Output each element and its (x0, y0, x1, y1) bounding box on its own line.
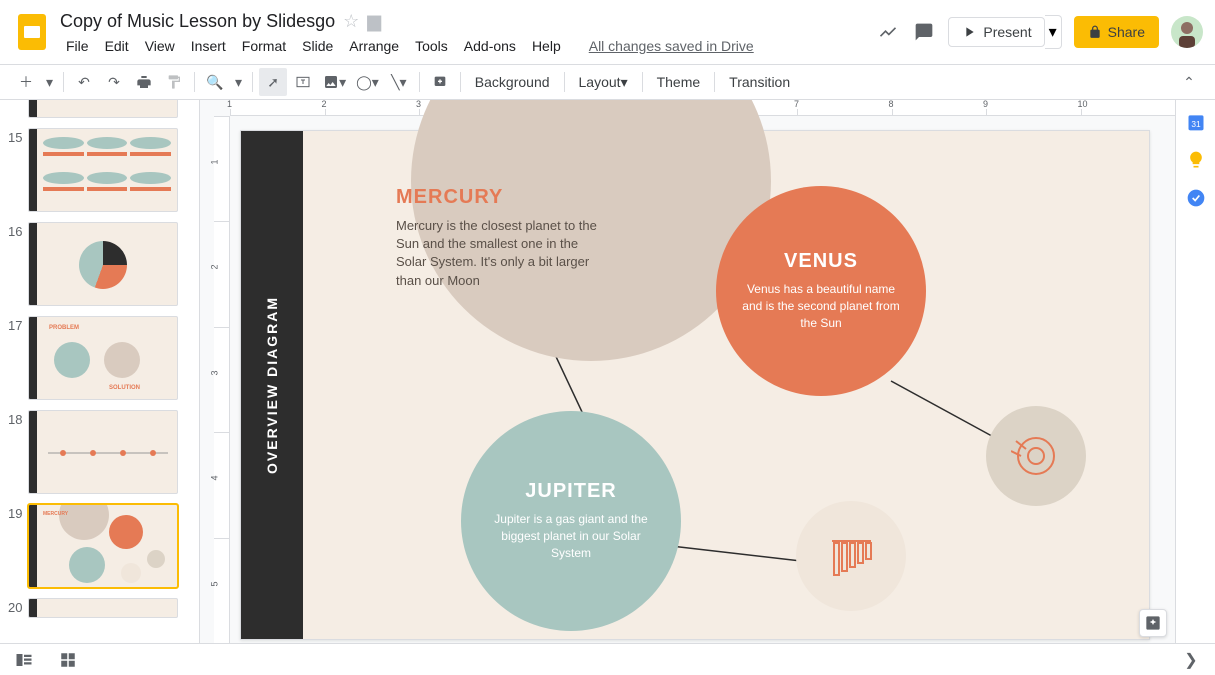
jupiter-desc: Jupiter is a gas giant and the biggest p… (481, 511, 661, 561)
new-slide-button[interactable]: ＋ (12, 68, 40, 96)
transition-button[interactable]: Transition (721, 74, 798, 90)
present-button[interactable]: Present (948, 17, 1044, 47)
calendar-icon[interactable]: 31 (1186, 112, 1206, 132)
present-dropdown[interactable]: ▾ (1045, 15, 1062, 49)
select-tool[interactable]: ➚ (259, 68, 287, 96)
layout-button[interactable]: Layout▾ (571, 74, 636, 91)
slide-content[interactable]: OVERVIEW DIAGRAM MERCURY Mercury is the … (240, 130, 1150, 640)
side-panel: 31 (1175, 100, 1215, 643)
jupiter-title: JUPITER (525, 480, 616, 503)
menu-arrange[interactable]: Arrange (343, 36, 405, 56)
tasks-icon[interactable] (1186, 188, 1206, 208)
print-button[interactable] (130, 68, 158, 96)
menu-help[interactable]: Help (526, 36, 567, 56)
shape-tool[interactable]: ◯▾ (352, 68, 383, 96)
footer: ❯ (0, 643, 1215, 675)
zoom-button[interactable]: 🔍 (201, 68, 229, 96)
venus-circle[interactable]: VENUS Venus has a beautiful name and is … (716, 186, 926, 396)
slide-thumb-17[interactable]: PROBLEM SOLUTION (28, 316, 178, 400)
chimes-icon (824, 529, 879, 584)
show-side-panel-button[interactable]: ❯ (1179, 648, 1203, 672)
share-button[interactable]: Share (1074, 16, 1159, 48)
mercury-title: MERCURY (396, 186, 601, 209)
explore-button[interactable] (1139, 609, 1167, 637)
menu-file[interactable]: File (60, 36, 95, 56)
venus-title: VENUS (784, 250, 858, 273)
chimes-icon-circle[interactable] (796, 501, 906, 611)
menu-edit[interactable]: Edit (99, 36, 135, 56)
menubar: File Edit View Insert Format Slide Arran… (60, 36, 876, 56)
doc-title[interactable]: Copy of Music Lesson by Slidesgo (60, 11, 335, 32)
slides-logo[interactable] (12, 12, 52, 52)
slide-thumb-15[interactable] (28, 128, 178, 212)
background-button[interactable]: Background (467, 74, 558, 90)
account-avatar[interactable] (1171, 16, 1203, 48)
slide-thumb-20[interactable] (28, 598, 178, 618)
menu-view[interactable]: View (139, 36, 181, 56)
slide-thumb-19[interactable]: MERCURY (28, 504, 178, 588)
line-tool[interactable]: ╲▾ (385, 68, 413, 96)
collapse-toolbar-button[interactable]: ⌃ (1175, 68, 1203, 96)
menu-tools[interactable]: Tools (409, 36, 454, 56)
slide-sidebar-label: OVERVIEW DIAGRAM (264, 296, 280, 474)
slide-thumb-18[interactable] (28, 410, 178, 494)
comments-icon[interactable] (912, 20, 936, 44)
grid-view-button[interactable] (56, 648, 80, 672)
menu-slide[interactable]: Slide (296, 36, 339, 56)
menu-insert[interactable]: Insert (185, 36, 232, 56)
menu-addons[interactable]: Add-ons (458, 36, 522, 56)
comment-tool[interactable] (426, 68, 454, 96)
drum-icon (1011, 431, 1061, 481)
filmstrip-view-button[interactable] (12, 648, 36, 672)
folder-icon[interactable]: ▆ (367, 11, 381, 32)
redo-button[interactable]: ↷ (100, 68, 128, 96)
drum-icon-circle[interactable] (986, 406, 1086, 506)
jupiter-circle[interactable]: JUPITER Jupiter is a gas giant and the b… (461, 411, 681, 631)
keep-icon[interactable] (1186, 150, 1206, 170)
slide-thumbnails[interactable]: 14 15 16 17 (0, 100, 200, 643)
mercury-desc: Mercury is the closest planet to the Sun… (396, 217, 601, 290)
textbox-tool[interactable] (289, 68, 317, 96)
theme-button[interactable]: Theme (649, 74, 709, 90)
slide-canvas[interactable]: 12345678910 12345 OVERVIEW DIAGRAM MERCU… (200, 100, 1175, 643)
mercury-text-block[interactable]: MERCURY Mercury is the closest planet to… (396, 186, 601, 290)
new-slide-dropdown[interactable]: ▾ (42, 68, 57, 96)
slide-thumb-16[interactable] (28, 222, 178, 306)
slide-sidebar: OVERVIEW DIAGRAM (241, 131, 303, 639)
save-status[interactable]: All changes saved in Drive (583, 36, 760, 56)
svg-text:31: 31 (1191, 119, 1201, 129)
activity-icon[interactable] (876, 20, 900, 44)
undo-button[interactable]: ↶ (70, 68, 98, 96)
zoom-dropdown[interactable]: ▾ (231, 68, 246, 96)
toolbar: ＋ ▾ ↶ ↷ 🔍 ▾ ➚ ▾ ◯▾ ╲▾ Background Layout▾… (0, 64, 1215, 100)
slide-thumb-14[interactable] (28, 100, 178, 118)
paint-format-button[interactable] (160, 68, 188, 96)
header: Copy of Music Lesson by Slidesgo ☆ ▆ Fil… (0, 0, 1215, 64)
vertical-ruler: 12345 (214, 116, 230, 643)
venus-desc: Venus has a beautiful name and is the se… (736, 281, 906, 331)
star-icon[interactable]: ☆ (343, 11, 359, 32)
menu-format[interactable]: Format (236, 36, 292, 56)
image-tool[interactable]: ▾ (319, 68, 350, 96)
